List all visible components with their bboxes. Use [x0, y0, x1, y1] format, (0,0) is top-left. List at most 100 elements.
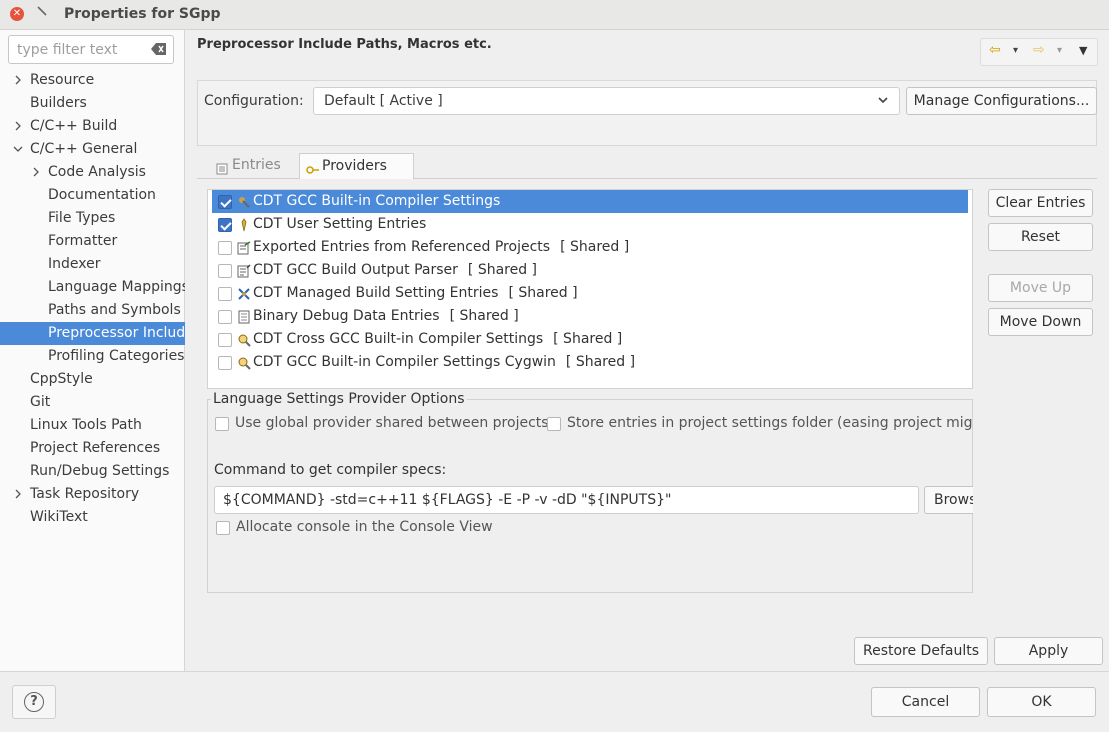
- minimize-window-icon[interactable]: [36, 5, 50, 23]
- provider-label: CDT User Setting Entries: [253, 216, 427, 232]
- use-global-provider-option[interactable]: Use global provider shared between proje…: [215, 415, 549, 431]
- provider-checkbox[interactable]: [218, 356, 232, 370]
- tab-providers-label: Providers: [322, 158, 387, 174]
- provider-label-text: Binary Debug Data Entries: [253, 308, 440, 324]
- provider-row[interactable]: CDT GCC Built-in Compiler Settings: [212, 190, 968, 213]
- close-window-icon[interactable]: ✕: [10, 7, 24, 21]
- sidebar-item[interactable]: Documentation: [0, 184, 185, 207]
- sidebar-item-label: Resource: [30, 72, 95, 88]
- browse-button[interactable]: Browse...: [924, 486, 973, 514]
- provider-row[interactable]: Exported Entries from Referenced Project…: [208, 236, 972, 259]
- tab-entries[interactable]: Entries: [210, 153, 296, 179]
- sidebar-item[interactable]: File Types: [0, 207, 185, 230]
- provider-row[interactable]: Binary Debug Data Entries [ Shared ]: [208, 305, 972, 328]
- provider-row[interactable]: CDT Cross GCC Built-in Compiler Settings…: [208, 328, 972, 351]
- compiler-icon: [237, 194, 251, 208]
- sidebar-item[interactable]: Builders: [0, 92, 185, 115]
- store-entries-clip: Store entries in project settings folder…: [547, 415, 972, 435]
- store-entries-checkbox[interactable]: [547, 417, 561, 431]
- chevron-down-icon: [877, 88, 889, 123]
- clear-entries-button[interactable]: Clear Entries: [988, 189, 1093, 217]
- sidebar-item[interactable]: Profiling Categories: [0, 345, 185, 368]
- sidebar-item[interactable]: Resource: [0, 69, 185, 92]
- allocate-console-checkbox[interactable]: [216, 521, 230, 535]
- reset-button[interactable]: Reset: [988, 223, 1093, 251]
- sidebar-item[interactable]: C/C++ Build: [0, 115, 185, 138]
- sidebar-item-label: C/C++ Build: [30, 118, 118, 134]
- configuration-select[interactable]: Default [ Active ]: [313, 87, 900, 115]
- provider-checkbox[interactable]: [218, 195, 232, 209]
- provider-row[interactable]: CDT Managed Build Setting Entries [ Share…: [208, 282, 972, 305]
- provider-row[interactable]: CDT User Setting Entries: [208, 213, 972, 236]
- sidebar-item[interactable]: C/C++ General: [0, 138, 185, 161]
- provider-checkbox[interactable]: [218, 218, 232, 232]
- move-up-button[interactable]: Move Up: [988, 274, 1093, 302]
- sidebar-item[interactable]: Task Repository: [0, 483, 185, 506]
- provider-checkbox[interactable]: [218, 287, 232, 301]
- sidebar-item-label: Git: [30, 394, 51, 410]
- clear-filter-icon[interactable]: [151, 42, 167, 56]
- sidebar-item-label: WikiText: [30, 509, 88, 525]
- ok-button[interactable]: OK: [987, 687, 1096, 717]
- allocate-console-option[interactable]: Allocate console in the Console View: [216, 519, 493, 535]
- sidebar-item-label: Paths and Symbols: [48, 302, 181, 318]
- provider-checkbox[interactable]: [218, 264, 232, 278]
- entries-icon: [216, 159, 228, 175]
- page-title: Preprocessor Include Paths, Macros etc.: [197, 37, 492, 52]
- provider-checkbox[interactable]: [218, 310, 232, 324]
- provider-row[interactable]: CDT GCC Build Output Parser [ Shared ]: [208, 259, 972, 282]
- providers-list[interactable]: CDT GCC Built-in Compiler Settings CDT Us…: [207, 189, 973, 389]
- sidebar-item[interactable]: Paths and Symbols: [0, 299, 185, 322]
- forward-menu-chevron-icon[interactable]: ▾: [1057, 45, 1062, 56]
- provider-label: CDT Managed Build Setting Entries [ Share…: [253, 282, 578, 305]
- provider-label: Exported Entries from Referenced Project…: [253, 236, 629, 259]
- help-button[interactable]: ?: [12, 685, 56, 719]
- chevron-down-icon[interactable]: [12, 138, 24, 161]
- command-input[interactable]: ${COMMAND} -std=c++11 ${FLAGS} -E -P -v …: [214, 486, 919, 514]
- sidebar-item[interactable]: Code Analysis: [0, 161, 185, 184]
- apply-button[interactable]: Apply: [994, 637, 1103, 665]
- sidebar-item[interactable]: Preprocessor Include Paths, Macros etc.: [0, 322, 185, 345]
- provider-shared-tag: [ Shared ]: [560, 239, 630, 255]
- provider-shared-tag: [ Shared ]: [508, 285, 578, 301]
- provider-row[interactable]: CDT GCC Built-in Compiler Settings Cygwi…: [208, 351, 972, 374]
- provider-shared-tag: [ Shared ]: [565, 354, 636, 370]
- cancel-button[interactable]: Cancel: [871, 687, 980, 717]
- sidebar-item[interactable]: Indexer: [0, 253, 185, 276]
- sidebar-item-label: Language Mappings: [48, 279, 185, 295]
- provider-checkbox[interactable]: [218, 241, 232, 255]
- store-entries-option[interactable]: Store entries in project settings folder…: [547, 415, 972, 431]
- move-down-button[interactable]: Move Down: [988, 308, 1093, 336]
- manage-configurations-button[interactable]: Manage Configurations...: [906, 87, 1097, 115]
- restore-defaults-button[interactable]: Restore Defaults: [854, 637, 988, 665]
- sidebar-item[interactable]: Linux Tools Path: [0, 414, 185, 437]
- filter-input[interactable]: [9, 36, 139, 63]
- sidebar-item[interactable]: Language Mappings: [0, 276, 185, 299]
- provider-checkbox[interactable]: [218, 333, 232, 347]
- provider-label: CDT GCC Built-in Compiler Settings: [253, 193, 501, 209]
- sidebar-item-label: Preprocessor Include Paths, Macros etc.: [48, 325, 185, 341]
- sidebar-item-label: File Types: [48, 210, 116, 226]
- sidebar-item[interactable]: Formatter: [0, 230, 185, 253]
- cygwin-compiler-icon: [237, 355, 251, 370]
- sidebar-item-label: Formatter: [48, 233, 118, 249]
- view-menu-icon[interactable]: ▼: [1079, 44, 1087, 57]
- back-menu-chevron-icon[interactable]: ▾: [1013, 45, 1018, 56]
- sidebar-item[interactable]: WikiText: [0, 506, 185, 529]
- sidebar-item[interactable]: CppStyle: [0, 368, 185, 391]
- tab-providers[interactable]: Providers: [299, 153, 414, 180]
- chevron-right-icon[interactable]: [12, 69, 24, 92]
- providers-tab-content: CDT GCC Built-in Compiler Settings CDT Us…: [197, 179, 1097, 659]
- provider-options-legend: Language Settings Provider Options: [211, 391, 467, 407]
- sidebar-item[interactable]: Git: [0, 391, 185, 414]
- sidebar-item[interactable]: Project References: [0, 437, 185, 460]
- provider-label: CDT GCC Build Output Parser [ Shared ]: [253, 259, 537, 282]
- user-entries-icon: [237, 217, 251, 232]
- use-global-provider-checkbox[interactable]: [215, 417, 229, 431]
- chevron-right-icon[interactable]: [12, 483, 24, 506]
- chevron-right-icon[interactable]: [12, 115, 24, 138]
- sidebar-item[interactable]: Run/Debug Settings: [0, 460, 185, 483]
- chevron-right-icon[interactable]: [30, 161, 42, 184]
- forward-arrow-icon[interactable]: ⇨: [1033, 42, 1045, 58]
- back-arrow-icon[interactable]: ⇦: [989, 42, 1001, 58]
